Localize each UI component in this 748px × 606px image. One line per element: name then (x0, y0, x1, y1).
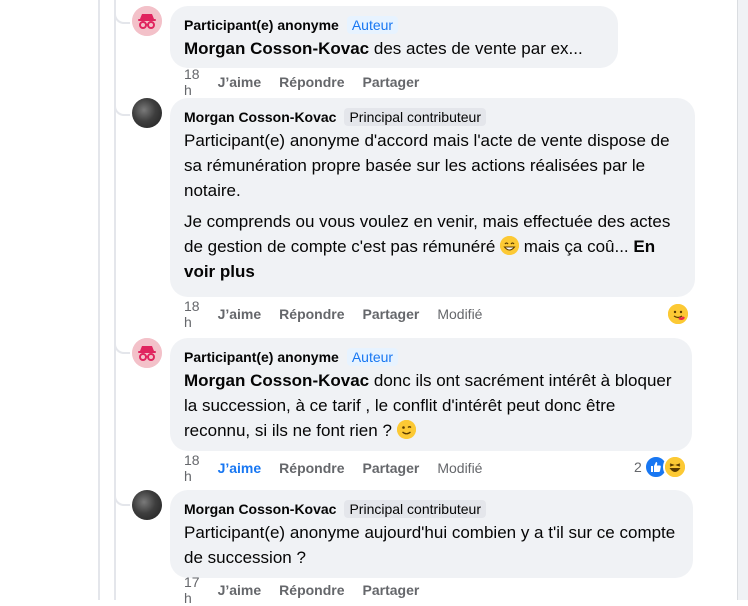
author-name[interactable]: Participant(e) anonyme (184, 17, 339, 33)
comment-actions: 18 h J’aime Répondre Partager Modifié (184, 452, 500, 484)
author-badge: Auteur (346, 16, 399, 34)
edited-label[interactable]: Modifié (437, 306, 482, 322)
share-button[interactable]: Partager (363, 74, 420, 90)
mention-link[interactable]: Morgan Cosson-Kovac (184, 39, 369, 58)
reaction-count: 2 (634, 459, 642, 475)
contributor-badge: Principal contributeur (344, 108, 486, 126)
reply-button[interactable]: Répondre (279, 582, 344, 598)
comment-bubble: Participant(e) anonyme Auteur Morgan Cos… (170, 338, 692, 451)
comment-text: Morgan Cosson-Kovac des actes de vente p… (184, 39, 583, 58)
share-button[interactable]: Partager (363, 306, 420, 322)
anonymous-avatar-icon[interactable] (132, 6, 162, 36)
reaction-summary[interactable] (666, 302, 690, 326)
mention-link[interactable]: Morgan Cosson-Kovac (184, 371, 369, 390)
author-name[interactable]: Morgan Cosson-Kovac (184, 501, 336, 517)
timestamp[interactable]: 17 h (184, 574, 200, 606)
comment-bubble: Morgan Cosson-Kovac Principal contribute… (170, 490, 693, 578)
share-button[interactable]: Partager (363, 460, 420, 476)
thread-line-nested (114, 0, 116, 600)
comment-text: Participant(e) anonyme d'accord mais l'a… (184, 131, 671, 281)
like-button[interactable]: J’aime (218, 306, 262, 322)
like-button[interactable]: J’aime (218, 74, 262, 90)
wink-emoji-icon (396, 420, 416, 439)
anonymous-avatar-icon[interactable] (132, 338, 162, 368)
reply-connector (114, 10, 130, 24)
like-button[interactable]: J’aime (218, 582, 262, 598)
comment-actions: 18 h J’aime Répondre Partager Modifié (184, 298, 500, 330)
thread-line (98, 0, 100, 600)
reply-connector (114, 102, 130, 116)
reply-button[interactable]: Répondre (279, 74, 344, 90)
comment-text: Morgan Cosson-Kovac donc ils ont sacréme… (184, 371, 672, 440)
scroll-gutter (737, 0, 748, 600)
hug-reaction-icon (666, 302, 690, 326)
avatar[interactable] (132, 98, 162, 128)
timestamp[interactable]: 18 h (184, 66, 200, 98)
contributor-badge: Principal contributeur (344, 500, 486, 518)
edited-label[interactable]: Modifié (437, 460, 482, 476)
author-name[interactable]: Morgan Cosson-Kovac (184, 109, 336, 125)
avatar[interactable] (132, 490, 162, 520)
reply-connector (114, 340, 130, 354)
timestamp[interactable]: 18 h (184, 452, 200, 484)
share-button[interactable]: Partager (363, 582, 420, 598)
reaction-summary[interactable]: 2 (634, 455, 687, 479)
reply-connector (114, 492, 130, 506)
grin-emoji-icon (500, 236, 520, 255)
comment-bubble: Participant(e) anonyme Auteur Morgan Cos… (170, 6, 618, 68)
author-badge: Auteur (346, 348, 399, 366)
haha-reaction-icon (662, 455, 687, 479)
like-button[interactable]: J’aime (218, 460, 262, 476)
comment-actions: 18 h J’aime Répondre Partager (184, 66, 437, 98)
reply-button[interactable]: Répondre (279, 306, 344, 322)
author-name[interactable]: Participant(e) anonyme (184, 349, 339, 365)
comment-actions: 17 h J’aime Répondre Partager (184, 574, 437, 606)
comment-text: Participant(e) anonyme aujourd'hui combi… (184, 523, 676, 567)
timestamp[interactable]: 18 h (184, 298, 200, 330)
comment-bubble: Morgan Cosson-Kovac Principal contribute… (170, 98, 695, 297)
reply-button[interactable]: Répondre (279, 460, 344, 476)
